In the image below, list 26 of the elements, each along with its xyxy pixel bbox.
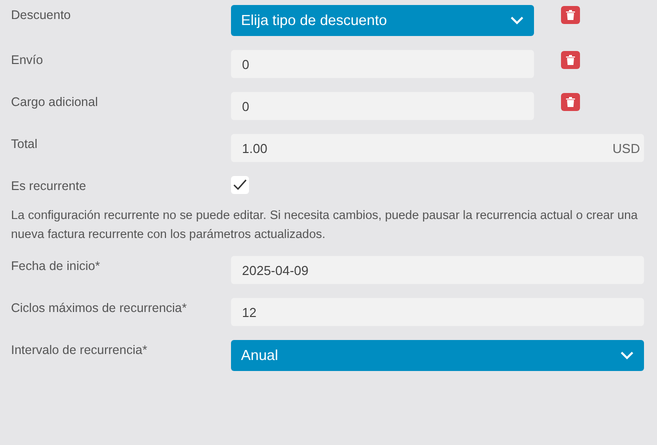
dropdown[interactable]: Anual: [231, 340, 644, 371]
field-label: Envío: [10, 52, 44, 69]
input-field[interactable]: 1.00 USD: [231, 134, 644, 162]
input-field[interactable]: 12: [231, 298, 644, 326]
dropdown[interactable]: Elija tipo de descuento: [231, 5, 534, 36]
field-label: Fecha de inicio*: [10, 258, 101, 275]
input-field[interactable]: 2025-04-09: [231, 256, 644, 284]
delete-button[interactable]: [561, 93, 580, 111]
input-field[interactable]: 0: [231, 50, 534, 78]
trash-icon: [566, 97, 575, 107]
chevron-down-icon: [510, 16, 524, 25]
field-label: Cargo adicional: [10, 94, 99, 111]
trash-icon: [566, 55, 575, 65]
field-label: Intervalo de recurrencia*: [10, 342, 148, 359]
trash-icon: [566, 10, 575, 20]
chevron-down-icon: [620, 351, 634, 360]
field-label: Ciclos máximos de recurrencia*: [10, 300, 188, 317]
delete-button[interactable]: [561, 6, 580, 24]
info-note: La configuración recurrente no se puede editar. Si necesita cambios, puede pausar la recurrencia actual o crear una nueva factura recurrente con los parámetros actualizados.: [10, 207, 639, 243]
currency-label: USD: [612, 140, 641, 156]
field-label: Es recurrente: [10, 178, 88, 195]
input-field[interactable]: 0: [231, 92, 534, 120]
field-label: Total: [10, 136, 38, 153]
delete-button[interactable]: [561, 51, 580, 69]
checkbox[interactable]: [231, 176, 249, 194]
field-label: Descuento: [10, 7, 72, 24]
